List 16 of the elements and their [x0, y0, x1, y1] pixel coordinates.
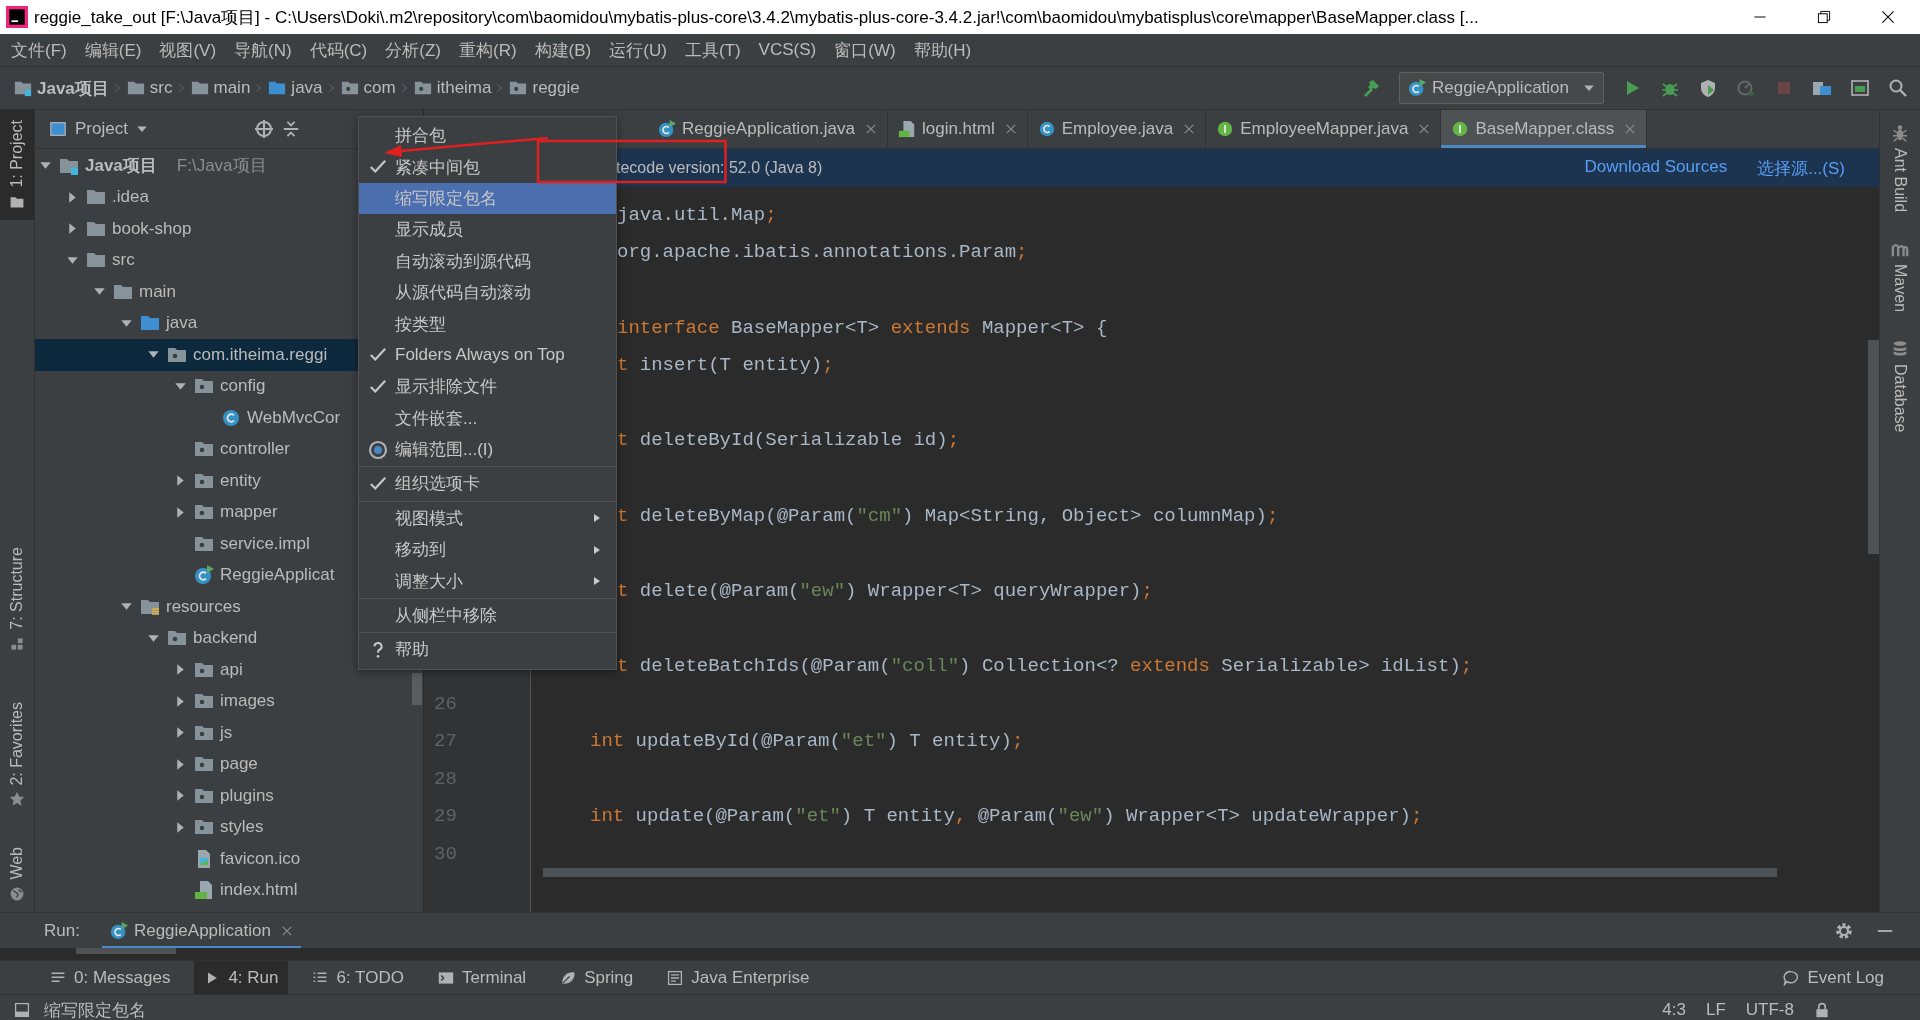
code-line: int update(@Param("et") T entity, @Param("ew") Wrapper<T> updateWrapper);: [590, 805, 1423, 828]
code-line: t deleteByMap(@Param("cm") Map<String, Object> columnMap);: [617, 504, 1279, 527]
path-text: F:\Java项目: [176, 155, 267, 178]
code-line: java.util.Map;: [617, 203, 777, 226]
dropdown-label: ReggieApplication: [1431, 78, 1569, 98]
panel-title: Run:: [44, 920, 80, 941]
window-title: reggie_take_out [F:\Java项目] - C:\Users\Doki\.m2\repository\com\baomidou\mybatis-plus-core\3.4.2\mybatis-plus-core-3.4.2.jar!\com\baomidou\mybatisplus\core\mapper\BaseMapper.class [...: [34, 6, 1479, 29]
code-line: t insert(T entity);: [617, 354, 834, 377]
code-line: int updateById(@Param("et") T entity);: [590, 730, 1024, 753]
status-message: 缩写限定包名: [44, 999, 146, 1020]
code-line: interface BaseMapper<T> extends Mapper<T> {: [617, 316, 1108, 339]
banner-text: tecode version: 52.0 (Java 8): [616, 159, 823, 177]
code-line: org.apache.ibatis.annotations.Param;: [617, 241, 1028, 264]
code-line: t deleteBatchIds(@Param("coll") Collection<? extends Serializable> idList);: [617, 654, 1473, 677]
code-line: t deleteById(Serializable id);: [617, 429, 960, 452]
code-line: t delete(@Param("ew") Wrapper<T> queryWrapper);: [617, 579, 1153, 602]
